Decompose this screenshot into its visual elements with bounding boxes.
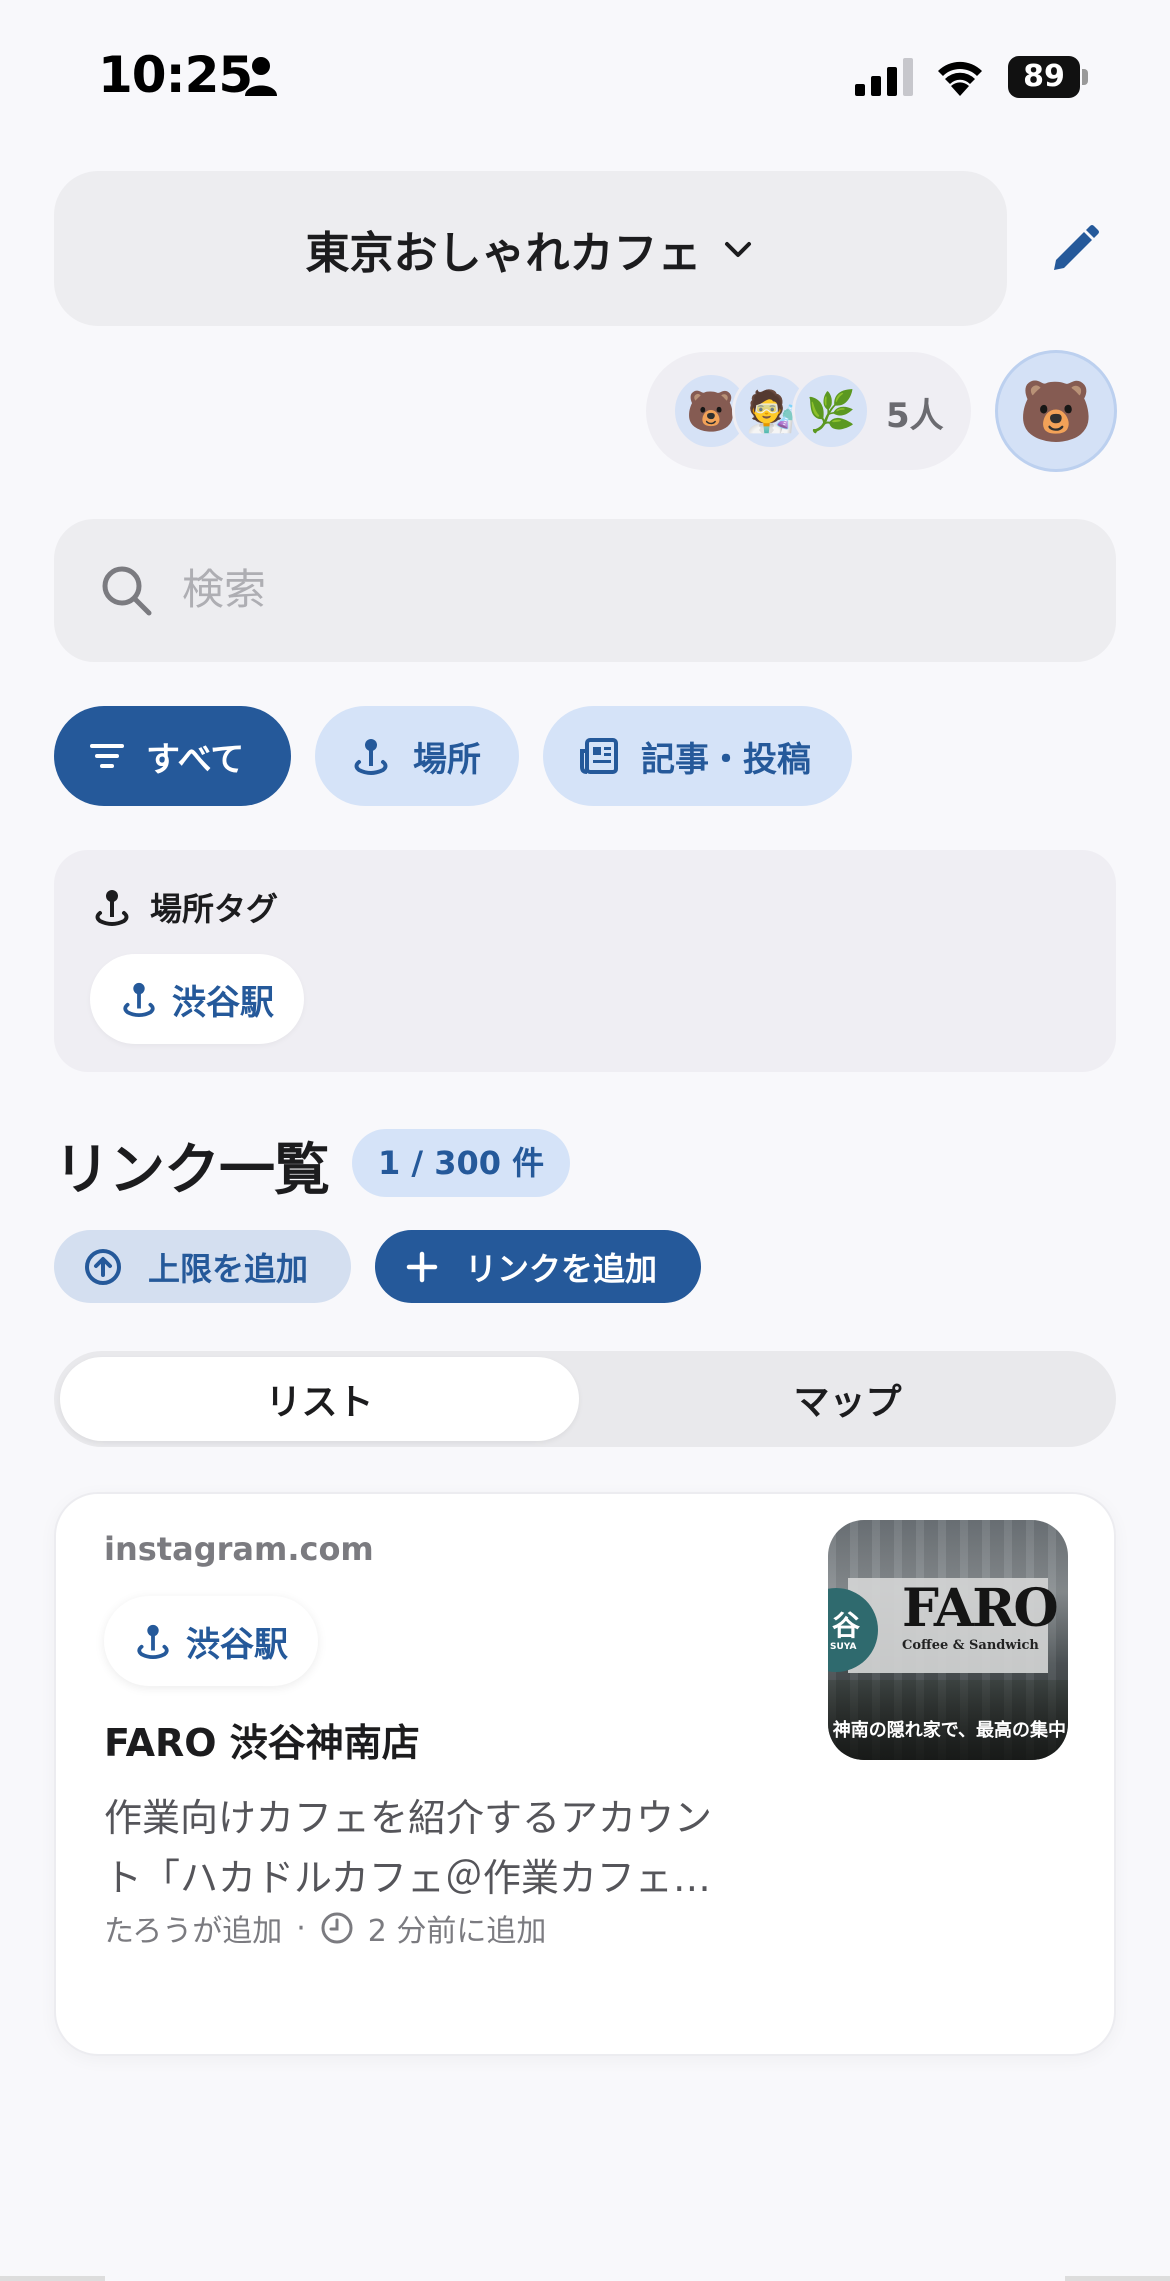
location-pin-icon [137, 1624, 169, 1660]
thumbnail-circle-subtext: SUYA [830, 1642, 857, 1652]
bottom-edge-right [1065, 2276, 1170, 2281]
card-thumbnail: FARO Coffee & Sandwich 谷 SUYA 神南の隠れ家で、最高… [828, 1520, 1068, 1760]
filter-chip-all-label: すべて [146, 739, 245, 780]
card-description-line: 作業向けカフェを紹介するアカウン [104, 1796, 713, 1840]
wifi-icon [938, 61, 982, 96]
search-bar[interactable] [54, 519, 1116, 662]
thumbnail-brand-text: FARO [902, 1578, 1059, 1639]
location-pin-icon [354, 739, 388, 775]
filter-lines-icon [90, 744, 124, 768]
filter-chip-article[interactable]: 記事・投稿 [543, 706, 852, 806]
cellular-signal-icon [855, 58, 913, 96]
filter-chip-place-label: 場所 [413, 739, 481, 780]
place-tags-panel: 場所タグ 渋谷駅 [54, 850, 1116, 1072]
location-pin-icon [95, 890, 129, 926]
thumbnail-sub-text: Coffee & Sandwich [902, 1638, 1039, 1653]
person-icon [245, 57, 277, 96]
card-description-line: ト「ハカドルカフェ＠作業カフェ… [104, 1856, 711, 1900]
status-time: 10:25 [98, 46, 253, 104]
card-meta: たろうが追加 · 2 分前に追加 [104, 1906, 546, 1950]
place-tag-label: 渋谷駅 [172, 982, 274, 1023]
clock-icon [321, 1912, 353, 1944]
add-limit-button[interactable]: 上限を追加 [54, 1230, 351, 1303]
link-count-badge: 1 / 300 件 [352, 1129, 571, 1197]
place-tag-chip[interactable]: 渋谷駅 [90, 954, 304, 1044]
card-description: 作業向けカフェを紹介するアカウン ト「ハカドルカフェ＠作業カフェ… [104, 1788, 744, 1908]
search-input[interactable] [182, 549, 1062, 629]
card-place-tag[interactable]: 渋谷駅 [104, 1596, 318, 1686]
add-link-button[interactable]: リンクを追加 [375, 1230, 701, 1303]
member-avatar: 🌿 [792, 372, 870, 450]
list-selector-button[interactable]: 東京おしゃれカフェ [54, 171, 1007, 326]
thumbnail-circle-text: 谷 [832, 1609, 861, 1642]
add-link-label: リンクを追加 [465, 1249, 658, 1288]
filter-chip-place[interactable]: 場所 [315, 706, 519, 806]
location-pin-icon [123, 982, 155, 1018]
search-icon [102, 566, 152, 616]
place-tags-title: 場所タグ [150, 890, 279, 928]
card-domain: instagram.com [104, 1530, 374, 1568]
arrow-up-circle-icon [85, 1248, 121, 1285]
card-added-by: たろうが追加 [104, 1914, 283, 1949]
pencil-icon[interactable] [1046, 222, 1102, 278]
card-title: FARO 渋谷神南店 [104, 1721, 420, 1765]
bottom-edge-left [0, 2276, 105, 2281]
view-toggle: リスト マップ [54, 1351, 1116, 1447]
thumbnail-caption: 神南の隠れ家で、最高の集中 [832, 1720, 1066, 1741]
card-meta-separator: · [296, 1910, 306, 1946]
list-title: 東京おしゃれカフェ [305, 227, 702, 279]
place-tags-header: 場所タグ [92, 884, 278, 930]
tab-list[interactable]: リスト [60, 1357, 579, 1441]
filter-chip-all[interactable]: すべて [54, 706, 291, 806]
member-count: 5人 [886, 396, 944, 436]
filter-chip-article-label: 記事・投稿 [641, 739, 811, 780]
members-button[interactable]: 🐻 🧑‍🔬 🌿 5人 [646, 352, 971, 470]
chevron-down-icon [724, 241, 751, 257]
my-avatar-button[interactable]: 🐻 [995, 350, 1117, 472]
add-limit-label: 上限を追加 [148, 1249, 309, 1288]
section-title: リンク一覧 [54, 1138, 330, 1203]
link-card[interactable]: instagram.com 渋谷駅 FARO 渋谷神南店 作業向けカフェを紹介す… [54, 1492, 1116, 2056]
battery-level: 89 [1008, 56, 1080, 98]
newspaper-icon [580, 738, 618, 774]
card-place-tag-label: 渋谷駅 [186, 1624, 288, 1665]
tab-map[interactable]: マップ [585, 1357, 1110, 1441]
card-added-time: 2 分前に追加 [367, 1914, 547, 1949]
plus-icon [406, 1251, 438, 1282]
battery-icon: 89 [1008, 56, 1088, 98]
